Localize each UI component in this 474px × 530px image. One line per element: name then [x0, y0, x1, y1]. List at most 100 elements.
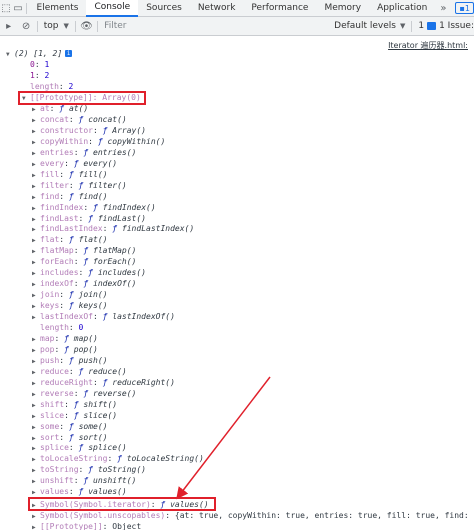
- method-row[interactable]: ▶ reverse: ƒ reverse(): [32, 389, 136, 399]
- method-row[interactable]: ▶ entries: ƒ entries(): [32, 148, 136, 158]
- method-row[interactable]: ▶ slice: ƒ slice(): [32, 411, 117, 421]
- method-row[interactable]: ▶ map: ƒ map(): [32, 334, 98, 344]
- inspect-element-icon[interactable]: ⬚: [0, 0, 12, 17]
- expand-triangle-icon[interactable]: ▶: [32, 160, 40, 170]
- issues-badge[interactable]: ▪ 1: [455, 2, 474, 14]
- method-row[interactable]: ▶ filter: ƒ filter(): [32, 181, 127, 191]
- expand-triangle-icon[interactable]: ▶: [32, 116, 40, 126]
- expand-triangle-icon[interactable]: ▶: [32, 434, 40, 444]
- device-toolbar-icon[interactable]: ▭: [12, 0, 24, 17]
- expand-triangle-icon[interactable]: ▶: [32, 193, 40, 203]
- expand-triangle-icon[interactable]: ▶: [32, 105, 40, 115]
- filter-input[interactable]: [100, 18, 331, 34]
- array-summary-row[interactable]: ▼ (2) [1, 2] i: [6, 49, 73, 60]
- method-row[interactable]: ▶ flat: ƒ flat(): [32, 235, 107, 245]
- expand-triangle-icon[interactable]: ▶: [32, 401, 40, 411]
- expand-triangle-icon[interactable]: ▶: [32, 258, 40, 268]
- source-link[interactable]: Iterator 遍历器.html:: [388, 40, 468, 51]
- tab-memory[interactable]: Memory: [316, 0, 369, 17]
- method-row[interactable]: ▶ findLast: ƒ findLast(): [32, 214, 146, 224]
- expand-triangle-icon[interactable]: ▶: [32, 477, 40, 487]
- issues-link[interactable]: 1 1 Issue:: [414, 21, 474, 31]
- method-row[interactable]: ▶ reduce: ƒ reduce(): [32, 367, 127, 377]
- expand-triangle-icon[interactable]: ▶: [32, 390, 40, 400]
- sidebar-toggle-icon[interactable]: ▸: [0, 17, 17, 36]
- expand-triangle-icon[interactable]: ▶: [32, 171, 40, 181]
- expand-triangle-icon[interactable]: ▶: [32, 291, 40, 301]
- f-glyph: ƒ: [88, 268, 93, 278]
- expand-triangle-icon[interactable]: ▶: [32, 512, 40, 522]
- method-row[interactable]: ▶ every: ƒ every(): [32, 159, 117, 169]
- expand-triangle-icon[interactable]: ▶: [32, 247, 40, 257]
- expand-triangle-icon[interactable]: ▶: [32, 335, 40, 345]
- method-row[interactable]: ▶ shift: ƒ shift(): [32, 400, 117, 410]
- tab-performance[interactable]: Performance: [243, 0, 316, 17]
- method-row[interactable]: ▶ indexOf: ƒ indexOf(): [32, 279, 136, 289]
- expand-triangle-icon[interactable]: ▶: [32, 523, 40, 530]
- method-row[interactable]: ▶ keys: ƒ keys(): [32, 301, 107, 311]
- method-row[interactable]: ▶ pop: ƒ pop(): [32, 345, 98, 355]
- expand-triangle-icon[interactable]: ▶: [32, 313, 40, 323]
- method-row[interactable]: ▶ splice: ƒ splice(): [32, 443, 127, 453]
- method-row[interactable]: ▶ some: ƒ some(): [32, 422, 107, 432]
- expand-triangle-icon[interactable]: ▶: [32, 302, 40, 312]
- expand-triangle-icon[interactable]: ▶: [32, 368, 40, 378]
- expand-triangle-icon[interactable]: ▶: [32, 127, 40, 137]
- expand-triangle-icon[interactable]: ▶: [32, 138, 40, 148]
- inner-prototype-row[interactable]: ▶ [[Prototype]]: Object: [32, 522, 141, 530]
- expand-triangle-icon[interactable]: ▶: [32, 215, 40, 225]
- method-row[interactable]: ▶ flatMap: ƒ flatMap(): [32, 246, 136, 256]
- method-row[interactable]: ▶ findIndex: ƒ findIndex(): [32, 203, 156, 213]
- method-value: at(): [68, 104, 89, 113]
- tab-elements[interactable]: Elements: [29, 0, 87, 17]
- eye-icon[interactable]: 👁: [78, 17, 95, 36]
- method-row[interactable]: ▶ sort: ƒ sort(): [32, 433, 107, 443]
- method-row[interactable]: ▶ reduceRight: ƒ reduceRight(): [32, 378, 175, 388]
- method-row[interactable]: ▶ lastIndexOf: ƒ lastIndexOf(): [32, 312, 175, 322]
- expand-triangle-icon[interactable]: ▶: [32, 466, 40, 476]
- symbol-unscopables-row[interactable]: ▶ Symbol(Symbol.unscopables): {at: true, …: [32, 511, 474, 521]
- method-row[interactable]: ▶ find: ƒ find(): [32, 192, 107, 202]
- method-row[interactable]: length: 0: [40, 323, 83, 333]
- method-row[interactable]: ▶ constructor: ƒ Array(): [32, 126, 146, 136]
- expand-triangle-icon[interactable]: ▶: [32, 412, 40, 422]
- log-levels-dropdown[interactable]: Default levels ▼: [330, 21, 409, 31]
- method-row[interactable]: ▶ forEach: ƒ forEach(): [32, 257, 136, 267]
- method-row[interactable]: ▶ includes: ƒ includes(): [32, 268, 146, 278]
- method-row[interactable]: ▶ join: ƒ join(): [32, 290, 107, 300]
- expand-triangle-icon[interactable]: ▶: [32, 379, 40, 389]
- method-row[interactable]: ▶ toString: ƒ toString(): [32, 465, 146, 475]
- expand-triangle-icon[interactable]: ▶: [32, 280, 40, 290]
- expand-triangle-icon[interactable]: ▶: [32, 423, 40, 433]
- method-row[interactable]: ▶ unshift: ƒ unshift(): [32, 476, 136, 486]
- method-row[interactable]: ▶ fill: ƒ fill(): [32, 170, 107, 180]
- method-value: splice(): [88, 443, 127, 453]
- expand-triangle-icon[interactable]: ▶: [32, 346, 40, 356]
- expand-triangle-icon[interactable]: ▶: [32, 357, 40, 367]
- tab-application[interactable]: Application: [369, 0, 435, 17]
- expand-triangle-icon[interactable]: ▶: [32, 444, 40, 454]
- tab-network[interactable]: Network: [190, 0, 244, 17]
- expand-triangle-icon[interactable]: ▶: [32, 149, 40, 159]
- context-select[interactable]: top ▼: [40, 17, 73, 36]
- method-row[interactable]: ▶ at: ƒ at(): [32, 104, 88, 114]
- method-row[interactable]: ▶ push: ƒ push(): [32, 356, 107, 366]
- method-row[interactable]: ▶ values: ƒ values(): [32, 487, 127, 497]
- expand-triangle-icon[interactable]: ▼: [6, 50, 14, 60]
- more-tabs-button[interactable]: »: [435, 3, 451, 14]
- method-row[interactable]: ▶ copyWithin: ƒ copyWithin(): [32, 137, 165, 147]
- expand-triangle-icon[interactable]: ▶: [32, 182, 40, 192]
- tab-sources[interactable]: Sources: [138, 0, 190, 17]
- method-key: fill: [40, 169, 60, 179]
- clear-console-icon[interactable]: ⊘: [17, 17, 34, 36]
- method-row[interactable]: ▶ concat: ƒ concat(): [32, 115, 127, 125]
- method-row[interactable]: ▶ findLastIndex: ƒ findLastIndex(): [32, 224, 194, 234]
- expand-triangle-icon[interactable]: ▶: [32, 269, 40, 279]
- info-icon[interactable]: i: [65, 50, 73, 57]
- tab-console[interactable]: Console: [86, 0, 139, 17]
- expand-triangle-icon[interactable]: ▶: [32, 225, 40, 235]
- expand-triangle-icon[interactable]: ▶: [32, 455, 40, 465]
- expand-triangle-icon[interactable]: ▶: [32, 236, 40, 246]
- expand-triangle-icon[interactable]: ▶: [32, 204, 40, 214]
- method-row[interactable]: ▶ toLocaleString: ƒ toLocaleString(): [32, 454, 204, 464]
